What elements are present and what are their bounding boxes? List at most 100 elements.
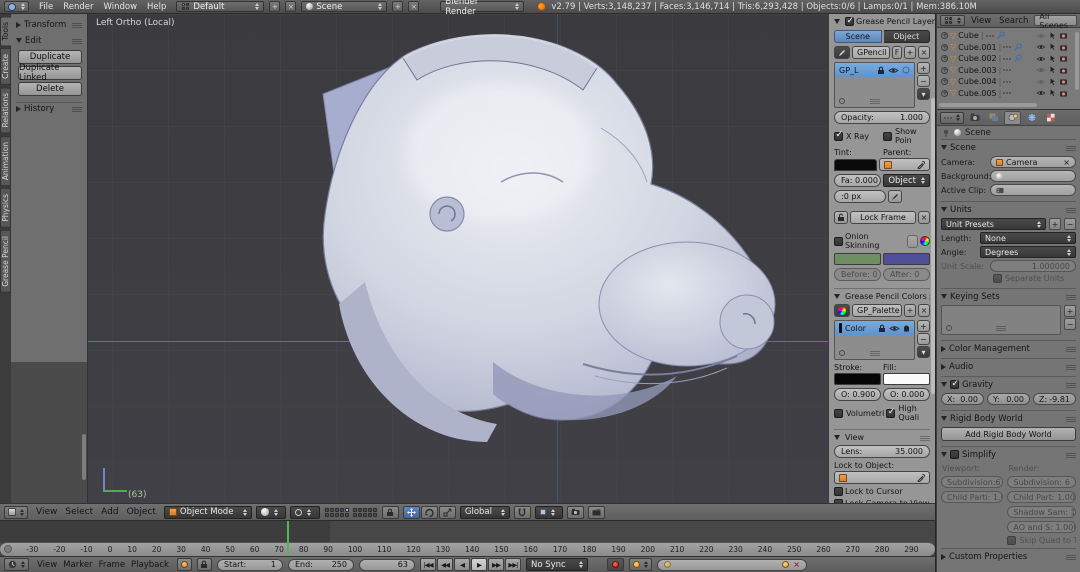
delete-scene-button[interactable]: × xyxy=(408,1,419,12)
onion-before-field[interactable]: Before: 0 xyxy=(834,268,881,281)
lock-icon[interactable] xyxy=(878,324,886,333)
eye-icon[interactable] xyxy=(888,67,899,74)
gp-enable-checkbox[interactable] xyxy=(845,17,854,26)
preview-range-button[interactable] xyxy=(177,558,192,571)
gp-layer-specials-button[interactable]: ▾ xyxy=(917,88,930,100)
outliner-row-cube005[interactable]: +▽Cube.005| xyxy=(937,88,1080,100)
onion-after-color-swatch[interactable] xyxy=(883,253,930,265)
resize-grip-icon[interactable] xyxy=(870,350,880,356)
shading-dropdown[interactable] xyxy=(256,506,286,519)
gp-layer-item-selected[interactable]: GP_L xyxy=(835,63,914,77)
tab-grease-pencil[interactable]: Grease Pencil xyxy=(0,230,11,293)
renderability-camera-icon[interactable] xyxy=(1059,44,1068,51)
outliner-row-cube002[interactable]: +▽Cube.002| xyxy=(937,53,1080,65)
current-frame-line[interactable] xyxy=(287,521,289,556)
unit-presets-dropdown[interactable]: Unit Presets xyxy=(941,218,1046,230)
duplicate-linked-button[interactable]: Duplicate Linked xyxy=(18,66,82,80)
volumetric-checkbox[interactable] xyxy=(834,409,843,418)
viewport-3d[interactable]: Left Ortho (Local) (63) Tools Create Rel… xyxy=(0,14,936,520)
render-engine-selector[interactable]: Blender Render xyxy=(440,1,524,12)
add-layout-button[interactable]: + xyxy=(269,1,280,12)
timeline-ruler[interactable]: -30-20-100102030405060708090100110120130… xyxy=(0,542,935,556)
lock-to-scene-button[interactable] xyxy=(382,506,399,519)
selectability-cursor-icon[interactable] xyxy=(1049,89,1056,97)
renderability-camera-icon[interactable] xyxy=(1059,78,1068,85)
npanel-scrollbar[interactable] xyxy=(931,98,935,394)
active-keying-set-field[interactable]: × xyxy=(657,559,807,571)
length-dropdown[interactable]: None xyxy=(980,232,1076,244)
palette-browse-button[interactable] xyxy=(834,304,850,317)
color-management-header[interactable]: Color Management xyxy=(941,342,1076,355)
play-button[interactable]: ▶ xyxy=(471,558,487,571)
manipulator-rotate-button[interactable] xyxy=(421,506,438,519)
lock-to-cursor-checkbox[interactable] xyxy=(834,487,843,496)
insert-key-icon[interactable] xyxy=(782,561,789,568)
jump-to-end-button[interactable]: ▶▶| xyxy=(505,558,521,571)
outliner-row-cube[interactable]: +▽Cube| xyxy=(937,30,1080,42)
tab-world[interactable] xyxy=(1023,111,1040,125)
outliner-row-cube003[interactable]: +▽Cube.003| xyxy=(937,65,1080,77)
editor-type-3dview-button[interactable] xyxy=(4,506,28,519)
pin-icon[interactable] xyxy=(942,129,950,137)
audio-header[interactable]: Audio xyxy=(941,360,1076,373)
shadow-samples-field[interactable]: Shadow Sam: 16 xyxy=(1007,506,1076,518)
eyedropper-icon[interactable] xyxy=(917,474,925,482)
gp-source-scene-tab[interactable]: Scene xyxy=(834,30,882,43)
palette-add-button[interactable]: + xyxy=(904,304,916,317)
viewport-menu-item[interactable]: Select xyxy=(61,507,97,517)
renderability-camera-icon[interactable] xyxy=(1059,67,1068,74)
outliner-display-filter[interactable]: All Scenes xyxy=(1034,15,1077,26)
layers-widget[interactable] xyxy=(324,507,378,518)
ghost-icon[interactable] xyxy=(903,324,910,332)
view-panel-header[interactable]: View xyxy=(834,429,930,442)
manipulator-translate-button[interactable] xyxy=(403,506,420,519)
expand-icon[interactable]: + xyxy=(941,55,948,62)
viewport-menu-item[interactable]: Object xyxy=(123,507,160,517)
scene-selector[interactable]: Scene xyxy=(301,1,387,12)
lock-range-button[interactable] xyxy=(197,558,212,571)
expand-icon[interactable]: + xyxy=(941,44,948,51)
dog-head-model[interactable] xyxy=(295,32,795,452)
delete-button[interactable]: Delete xyxy=(18,82,82,96)
topbar-menu-item[interactable]: Window xyxy=(99,2,143,12)
visibility-eye-icon[interactable] xyxy=(1036,79,1046,85)
background-field[interactable] xyxy=(990,170,1076,182)
outliner-vscrollbar[interactable] xyxy=(1075,32,1079,90)
jump-to-start-button[interactable]: |◀◀ xyxy=(420,558,436,571)
parent-object-field[interactable] xyxy=(879,158,930,171)
auto-keyframe-button[interactable] xyxy=(607,558,624,571)
gp-unlink-button[interactable]: × xyxy=(918,46,930,59)
gravity-checkbox[interactable] xyxy=(950,380,959,389)
timeline-menu-item[interactable]: Frame xyxy=(96,560,128,570)
selectability-cursor-icon[interactable] xyxy=(1049,43,1056,51)
gp-layers-panel-header[interactable]: Grease Pencil Layers xyxy=(834,17,930,26)
tab-create[interactable]: Create xyxy=(0,48,11,85)
gp-fake-user-button[interactable]: F xyxy=(892,46,902,59)
render-opengl-button[interactable] xyxy=(567,506,584,519)
outliner-row-cube004[interactable]: +▽Cube.004| xyxy=(937,76,1080,88)
angle-dropdown[interactable]: Degrees xyxy=(980,246,1076,258)
renderability-camera-icon[interactable] xyxy=(1059,32,1068,39)
editor-type-properties-button[interactable] xyxy=(940,112,964,124)
tint-factor-slider[interactable]: Fa: 0.000 xyxy=(834,174,881,187)
prev-keyframe-button[interactable]: ◀◀ xyxy=(437,558,453,571)
gp-colors-panel-header[interactable]: Grease Pencil Colors xyxy=(834,288,930,301)
lock-frame-clear-button[interactable]: × xyxy=(918,211,930,224)
visibility-eye-icon[interactable] xyxy=(1036,44,1046,50)
viewport-subdivision-field[interactable]: Subdivision:6 xyxy=(941,476,1003,488)
visibility-eye-icon[interactable] xyxy=(1036,67,1046,73)
palette-unlink-button[interactable]: × xyxy=(918,304,930,317)
keying-sets-list[interactable] xyxy=(941,305,1061,335)
show-points-checkbox[interactable] xyxy=(883,132,892,141)
scene-panel-header[interactable]: Scene xyxy=(941,141,1076,154)
snap-element-dropdown[interactable] xyxy=(535,506,563,519)
separate-units-checkbox[interactable] xyxy=(993,274,1002,283)
resize-grip-icon[interactable] xyxy=(870,98,880,104)
onion-after-field[interactable]: After: 0 xyxy=(883,268,930,281)
duplicate-button[interactable]: Duplicate xyxy=(18,50,82,64)
gravity-header[interactable]: Gravity xyxy=(941,378,1076,391)
renderability-camera-icon[interactable] xyxy=(1059,55,1068,62)
gravity-z-field[interactable]: Z:-9.81 xyxy=(1033,393,1076,405)
visibility-eye-icon[interactable] xyxy=(1036,90,1046,96)
renderability-camera-icon[interactable] xyxy=(1059,90,1068,97)
